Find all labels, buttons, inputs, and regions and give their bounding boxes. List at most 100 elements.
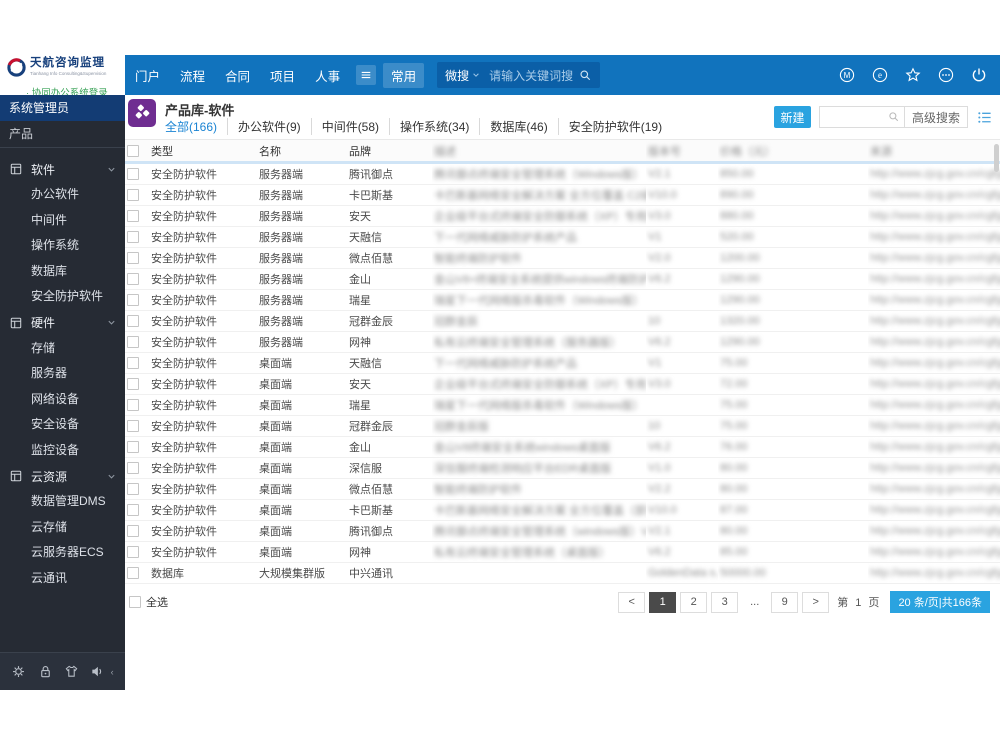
sidebar-item-服务器[interactable]: 服务器 bbox=[0, 361, 125, 387]
star-icon[interactable] bbox=[905, 67, 921, 83]
cell-text: 智能终端防护软件 bbox=[434, 484, 522, 496]
cell-text: V6.2 bbox=[648, 441, 671, 453]
nav-item-3[interactable]: 项目 bbox=[270, 66, 295, 85]
sidebar-item-监控设备[interactable]: 监控设备 bbox=[0, 438, 125, 464]
more-icon[interactable] bbox=[938, 67, 954, 83]
row-checkbox[interactable] bbox=[127, 210, 139, 223]
row-checkbox[interactable] bbox=[127, 462, 139, 475]
lock-icon[interactable] bbox=[38, 664, 53, 679]
page-button-2[interactable]: 2 bbox=[680, 591, 708, 613]
sidebar-item-存储[interactable]: 存储 bbox=[0, 336, 125, 362]
global-search[interactable]: 微搜 请输入关键词搜 bbox=[437, 62, 601, 88]
gear-icon[interactable] bbox=[11, 664, 26, 679]
sidebar-item-云通讯[interactable]: 云通讯 bbox=[0, 566, 125, 592]
row-checkbox[interactable] bbox=[127, 504, 139, 517]
row-checkbox[interactable] bbox=[127, 189, 139, 202]
table-search-input[interactable] bbox=[820, 107, 884, 127]
select-all-checkbox[interactable] bbox=[129, 596, 141, 608]
sidebar-group-云资源[interactable]: 云资源 bbox=[0, 463, 125, 489]
cell: 80.00 bbox=[718, 520, 868, 542]
shirt-icon[interactable] bbox=[64, 664, 79, 679]
cell-text: 网神 bbox=[349, 337, 371, 349]
column-header-label: 品牌 bbox=[349, 145, 371, 158]
sidebar-item-数据库[interactable]: 数据库 bbox=[0, 259, 125, 285]
cell: 50000.00 bbox=[718, 562, 868, 584]
cell: 87.00 bbox=[718, 499, 868, 521]
tab-3[interactable]: 操作系统(34) bbox=[389, 118, 479, 135]
collapse-arrow-icon[interactable]: ‹ bbox=[111, 667, 114, 677]
tab-2[interactable]: 中间件(58) bbox=[310, 118, 389, 135]
tab-4[interactable]: 数据库(46) bbox=[479, 118, 557, 135]
row-checkbox[interactable] bbox=[127, 483, 139, 496]
tab-1[interactable]: 办公软件(9) bbox=[227, 118, 311, 135]
row-checkbox[interactable] bbox=[127, 441, 139, 454]
nav-item-1[interactable]: 流程 bbox=[180, 66, 205, 85]
table-search-box[interactable] bbox=[818, 106, 905, 128]
sidebar-item-数据管理DMS[interactable]: 数据管理DMS bbox=[0, 489, 125, 515]
column-header-3: 描述 bbox=[432, 140, 646, 164]
page-button-1[interactable]: 1 bbox=[649, 591, 677, 613]
page-button->[interactable]: > bbox=[802, 591, 830, 613]
sidebar-item-云服务器ECS[interactable]: 云服务器ECS bbox=[0, 540, 125, 566]
speaker-icon[interactable] bbox=[90, 664, 105, 679]
row-checkbox[interactable] bbox=[127, 294, 139, 307]
nav-item-2[interactable]: 合同 bbox=[225, 66, 250, 85]
cell: http://www.zjcg.gov.cn/cgfg/ bbox=[868, 436, 1000, 458]
sidebar-item-办公软件[interactable]: 办公软件 bbox=[0, 182, 125, 208]
cell-text: 桌面端 bbox=[259, 442, 292, 454]
nav-menu-button[interactable] bbox=[356, 65, 377, 85]
sidebar-item-中间件[interactable]: 中间件 bbox=[0, 208, 125, 234]
cell-text: V2.1 bbox=[648, 168, 671, 180]
search-icon[interactable] bbox=[579, 69, 592, 82]
scrollbar-thumb[interactable] bbox=[994, 144, 999, 172]
header-checkbox[interactable] bbox=[127, 144, 139, 157]
sidebar-item-操作系统[interactable]: 操作系统 bbox=[0, 233, 125, 259]
row-checkbox[interactable] bbox=[127, 420, 139, 433]
toolbar: 新建 高级搜索 bbox=[773, 106, 992, 128]
search-scope-label[interactable]: 微搜 bbox=[445, 67, 469, 84]
advanced-search-button[interactable]: 高级搜索 bbox=[904, 106, 968, 128]
sidebar-group-软件[interactable]: 软件 bbox=[0, 156, 125, 182]
row-checkbox[interactable] bbox=[127, 231, 139, 244]
sidebar-item-网络设备[interactable]: 网络设备 bbox=[0, 387, 125, 413]
nav-item-4[interactable]: 人事 bbox=[315, 66, 340, 85]
sidebar-item-安全设备[interactable]: 安全设备 bbox=[0, 412, 125, 438]
row-checkbox[interactable] bbox=[127, 168, 139, 181]
row-checkbox[interactable] bbox=[127, 378, 139, 391]
page-button-<[interactable]: < bbox=[618, 591, 646, 613]
sidebar-section-product[interactable]: 产品 bbox=[0, 121, 125, 148]
cell-text: GoldenData s... bbox=[648, 567, 718, 579]
e-badge-icon[interactable]: e bbox=[872, 67, 888, 83]
sidebar-item-云存储[interactable]: 云存储 bbox=[0, 515, 125, 541]
row-checkbox[interactable] bbox=[127, 273, 139, 286]
row-checkbox[interactable] bbox=[127, 546, 139, 559]
row-checkbox[interactable] bbox=[127, 567, 139, 580]
row-checkbox[interactable] bbox=[127, 525, 139, 538]
cell: 75.00 bbox=[718, 352, 868, 374]
power-icon[interactable] bbox=[971, 67, 987, 83]
sidebar-item-安全防护软件[interactable]: 安全防护软件 bbox=[0, 284, 125, 310]
row-checkbox[interactable] bbox=[127, 357, 139, 370]
row-checkbox[interactable] bbox=[127, 399, 139, 412]
select-all[interactable]: 全选 bbox=[129, 594, 168, 610]
page-button-3[interactable]: 3 bbox=[711, 591, 739, 613]
tab-5[interactable]: 安全防护软件(19) bbox=[557, 118, 672, 135]
m-badge-icon[interactable]: M bbox=[839, 67, 855, 83]
page-goto[interactable]: 第 1 页 bbox=[837, 594, 881, 610]
page-button-9[interactable]: 9 bbox=[771, 591, 799, 613]
list-view-icon[interactable] bbox=[977, 110, 992, 125]
search-input[interactable]: 请输入关键词搜 bbox=[489, 67, 573, 84]
page-size-info[interactable]: 20 条/页|共166条 bbox=[890, 591, 990, 613]
search-icon[interactable] bbox=[884, 111, 904, 123]
sidebar-group-硬件[interactable]: 硬件 bbox=[0, 310, 125, 336]
nav-item-changyong[interactable]: 常用 bbox=[383, 62, 425, 88]
row-checkbox[interactable] bbox=[127, 336, 139, 349]
cell-text: 安全防护软件 bbox=[151, 337, 217, 349]
new-button[interactable]: 新建 bbox=[773, 106, 811, 128]
cell: http://www.zjcg.gov.cn/cgfg/ bbox=[868, 541, 1000, 563]
row-checkbox[interactable] bbox=[127, 315, 139, 328]
tab-0[interactable]: 全部(166) bbox=[163, 118, 227, 135]
row-checkbox[interactable] bbox=[127, 252, 139, 265]
cell-text: http://www.zjcg.gov.cn/cgfg/ bbox=[870, 168, 1000, 180]
nav-item-0[interactable]: 门户 bbox=[135, 66, 160, 85]
